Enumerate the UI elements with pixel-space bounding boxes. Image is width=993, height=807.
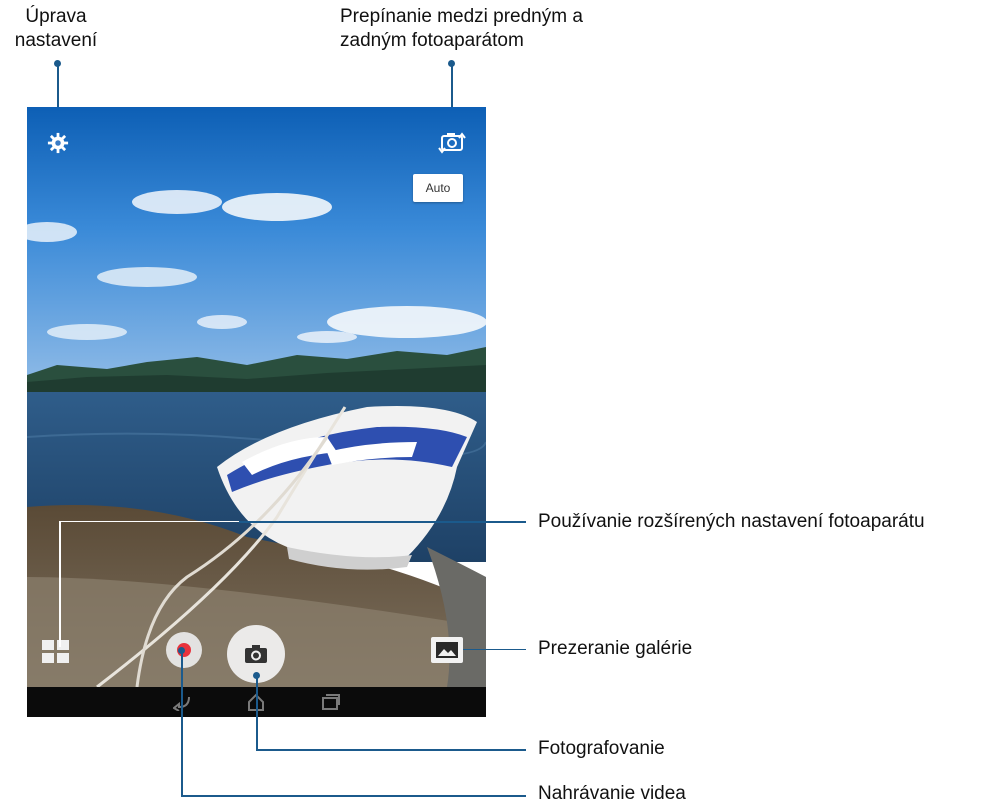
- callout-switch-line1: Prepínanie medzi predným a: [340, 6, 583, 27]
- callout-photo-vline: [256, 675, 258, 750]
- camera-screen: Auto: [27, 107, 486, 717]
- camera-icon: [245, 645, 267, 663]
- callout-advanced-label: Používanie rozšírených nastavení fotoapa…: [538, 511, 925, 532]
- gear-icon[interactable]: [47, 132, 69, 154]
- callout-advanced-hline-top: [59, 521, 239, 522]
- grid-modes-icon[interactable]: [41, 639, 71, 665]
- callout-advanced-line: [239, 521, 526, 523]
- callout-advanced-hline-left: [59, 521, 61, 647]
- camera-switch-icon[interactable]: [437, 130, 467, 156]
- recent-apps-icon[interactable]: [321, 693, 341, 711]
- callout-switch-dot: [448, 60, 455, 67]
- callout-switch-label: Prepínanie medzi predným a zadným fotoap…: [340, 5, 583, 53]
- callout-video-label: Nahrávanie videa: [538, 783, 686, 804]
- auto-mode-button[interactable]: Auto: [413, 174, 463, 202]
- callout-settings-dot: [54, 60, 61, 67]
- callout-photo-label: Fotografovanie: [538, 738, 665, 759]
- callout-video-hline: [181, 795, 526, 797]
- callout-photo-dot: [253, 672, 260, 679]
- callout-settings-line2: nastavení: [14, 30, 98, 51]
- gallery-icon: [436, 642, 458, 658]
- callout-gallery-label: Prezeranie galérie: [538, 638, 693, 659]
- callout-video-vline: [181, 650, 183, 796]
- callout-settings-line1: Úprava: [25, 6, 87, 27]
- back-icon[interactable]: [173, 693, 193, 711]
- gallery-button[interactable]: [431, 637, 463, 663]
- callout-settings-label: Úprava nastavení: [8, 5, 104, 53]
- callout-gallery-line: [463, 649, 526, 650]
- callout-video-dot: [178, 647, 185, 654]
- callout-photo-hline: [256, 749, 526, 751]
- callout-switch-line2: zadným fotoaparátom: [340, 30, 524, 51]
